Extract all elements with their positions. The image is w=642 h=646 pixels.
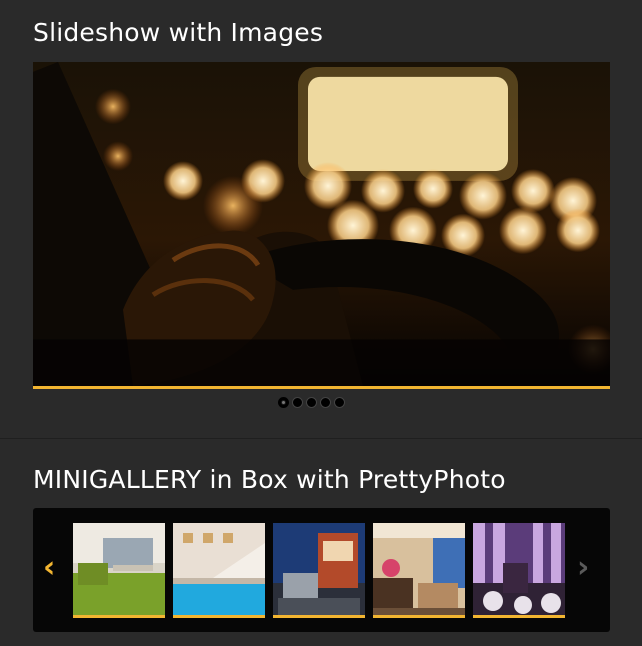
- thumbnail-strip: [73, 523, 565, 618]
- slide-pager: [278, 397, 345, 408]
- slide-dot-2[interactable]: [292, 397, 303, 408]
- thumbnail-5[interactable]: [473, 523, 565, 618]
- lobby-photo: [73, 523, 165, 618]
- night-drive-photo: [33, 62, 610, 386]
- pool-photo: [173, 523, 265, 618]
- lounge-photo: [473, 523, 565, 618]
- minigallery-title: MINIGALLERY in Box with PrettyPhoto: [33, 465, 506, 494]
- slide-image[interactable]: [33, 62, 610, 386]
- slide-dot-4[interactable]: [320, 397, 331, 408]
- slide-dot-5[interactable]: [334, 397, 345, 408]
- thumbnail-1[interactable]: [73, 523, 165, 618]
- hotel-room-photo: [373, 523, 465, 618]
- chevron-left-icon[interactable]: ‹: [43, 553, 55, 583]
- section-divider: [0, 438, 642, 439]
- building-photo: [273, 523, 365, 618]
- slide-dot-3[interactable]: [306, 397, 317, 408]
- slideshow[interactable]: [33, 62, 610, 389]
- slide-dot-1[interactable]: [278, 397, 289, 408]
- chevron-right-icon[interactable]: ›: [577, 553, 589, 583]
- thumbnail-2[interactable]: [173, 523, 265, 618]
- minigallery-box: ‹ ›: [33, 508, 610, 632]
- slideshow-title: Slideshow with Images: [33, 18, 324, 47]
- thumbnail-4[interactable]: [373, 523, 465, 618]
- thumbnail-3[interactable]: [273, 523, 365, 618]
